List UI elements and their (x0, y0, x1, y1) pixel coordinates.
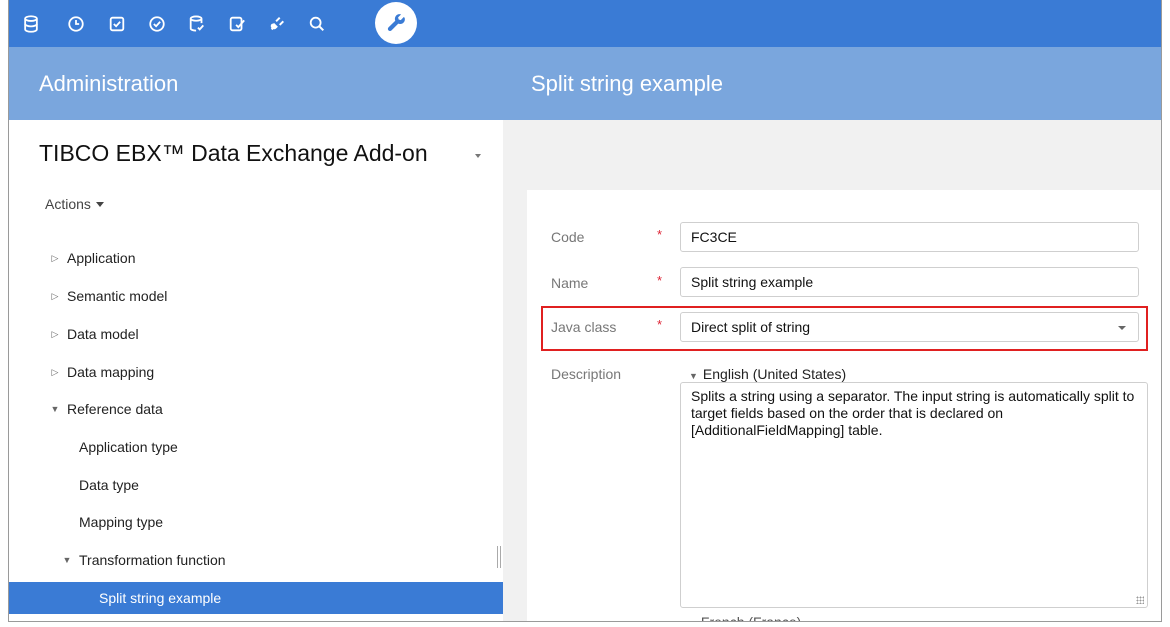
tree-item-label: Data type (79, 477, 139, 493)
tree-item-label: Split string example (99, 590, 222, 606)
tree-item-application[interactable]: ▷ Application (9, 245, 503, 271)
tree-item-data-model[interactable]: ▷ Data model (9, 321, 503, 347)
expand-triangle-icon[interactable]: ▷ (49, 329, 61, 340)
section-title: Administration (39, 71, 179, 96)
record-form: Code * FC3CE Name * Split string example… (527, 190, 1161, 622)
tree-item-mapping-type[interactable]: Mapping type (9, 509, 503, 535)
java-class-value: Direct split of string (691, 319, 811, 335)
tree-item-label: Reference data (67, 401, 163, 417)
collapse-triangle-icon[interactable]: ▼ (49, 404, 61, 414)
expand-triangle-icon[interactable]: ▷ (49, 291, 61, 302)
tree-item-data-mapping[interactable]: ▷ Data mapping (9, 359, 503, 385)
expand-triangle-icon[interactable]: ▷ (49, 253, 61, 264)
java-class-select[interactable]: Direct split of string (680, 312, 1139, 342)
expand-triangle-icon[interactable]: ▷ (49, 367, 61, 378)
java-class-label: Java class (551, 319, 617, 335)
language-label: English (United States) (702, 366, 847, 382)
code-field[interactable]: FC3CE (680, 222, 1139, 252)
actions-label: Actions (45, 196, 91, 212)
plug-icon[interactable] (261, 8, 293, 40)
actions-menu[interactable]: Actions (45, 196, 104, 212)
chevron-down-icon (1118, 326, 1126, 330)
description-textarea[interactable]: Splits a string using a separator. The i… (680, 382, 1148, 608)
data-validation-icon[interactable] (181, 8, 213, 40)
checkbox-icon[interactable] (101, 8, 133, 40)
language-toggle-english[interactable]: ▼ English (United States) (689, 366, 846, 382)
caret-down-icon (95, 202, 104, 207)
tree-item-split-string-example[interactable]: Split string example (9, 582, 503, 614)
description-label: Description (551, 366, 622, 382)
tree-item-label: Application (67, 250, 136, 266)
name-field[interactable]: Split string example (680, 267, 1139, 297)
required-marker: * (657, 227, 663, 242)
required-marker: * (657, 317, 663, 332)
record-title: Split string example (531, 71, 723, 96)
navigation-panel: TIBCO EBX™ Data Exchange Add-on Actions … (9, 120, 503, 621)
name-label: Name (551, 275, 589, 291)
tree-item-reference-data[interactable]: ▼ Reference data (9, 396, 503, 422)
dataspace-title[interactable]: TIBCO EBX™ Data Exchange Add-on (39, 140, 428, 167)
required-marker: * (657, 273, 663, 288)
tree-item-application-type[interactable]: Application type (9, 434, 503, 460)
tree-item-label: Data mapping (67, 364, 155, 380)
tree-item-label: Application type (79, 439, 178, 455)
check-circle-icon[interactable] (141, 8, 173, 40)
tree-item-transformation-function[interactable]: ▼ Transformation function (9, 547, 503, 573)
app-window: Administration Split string example TIBC… (8, 0, 1162, 622)
task-check-icon[interactable] (221, 8, 253, 40)
clock-icon[interactable] (60, 8, 92, 40)
name-value: Split string example (691, 274, 814, 290)
content-area: Code * FC3CE Name * Split string example… (503, 120, 1161, 622)
header-band: Administration Split string example (9, 47, 1161, 120)
code-value: FC3CE (691, 229, 737, 245)
tree-item-label: Data model (67, 326, 139, 342)
database-icon[interactable] (15, 8, 47, 40)
resize-grip-icon[interactable] (1136, 596, 1144, 604)
language-toggle-french[interactable]: ▷ French (France) (689, 614, 802, 622)
code-label: Code (551, 229, 585, 245)
search-icon[interactable] (301, 8, 333, 40)
tree-item-label: Mapping type (79, 514, 164, 530)
panel-resize-handle[interactable] (497, 546, 501, 568)
tree-item-semantic-model[interactable]: ▷ Semantic model (9, 283, 503, 309)
chevron-down-icon[interactable] (475, 154, 481, 158)
description-text: Splits a string using a separator. The i… (691, 388, 1135, 438)
language-label: French (France) (700, 614, 802, 622)
collapse-triangle-icon[interactable]: ▼ (61, 555, 73, 565)
top-toolbar (9, 0, 1161, 47)
tree-item-label: Transformation function (79, 552, 226, 568)
tree-item-label: Semantic model (67, 288, 168, 304)
tree-item-data-type[interactable]: Data type (9, 472, 503, 498)
expand-triangle-icon: ▷ (689, 619, 696, 621)
wrench-icon[interactable] (375, 2, 417, 44)
collapse-triangle-icon: ▼ (689, 371, 698, 381)
